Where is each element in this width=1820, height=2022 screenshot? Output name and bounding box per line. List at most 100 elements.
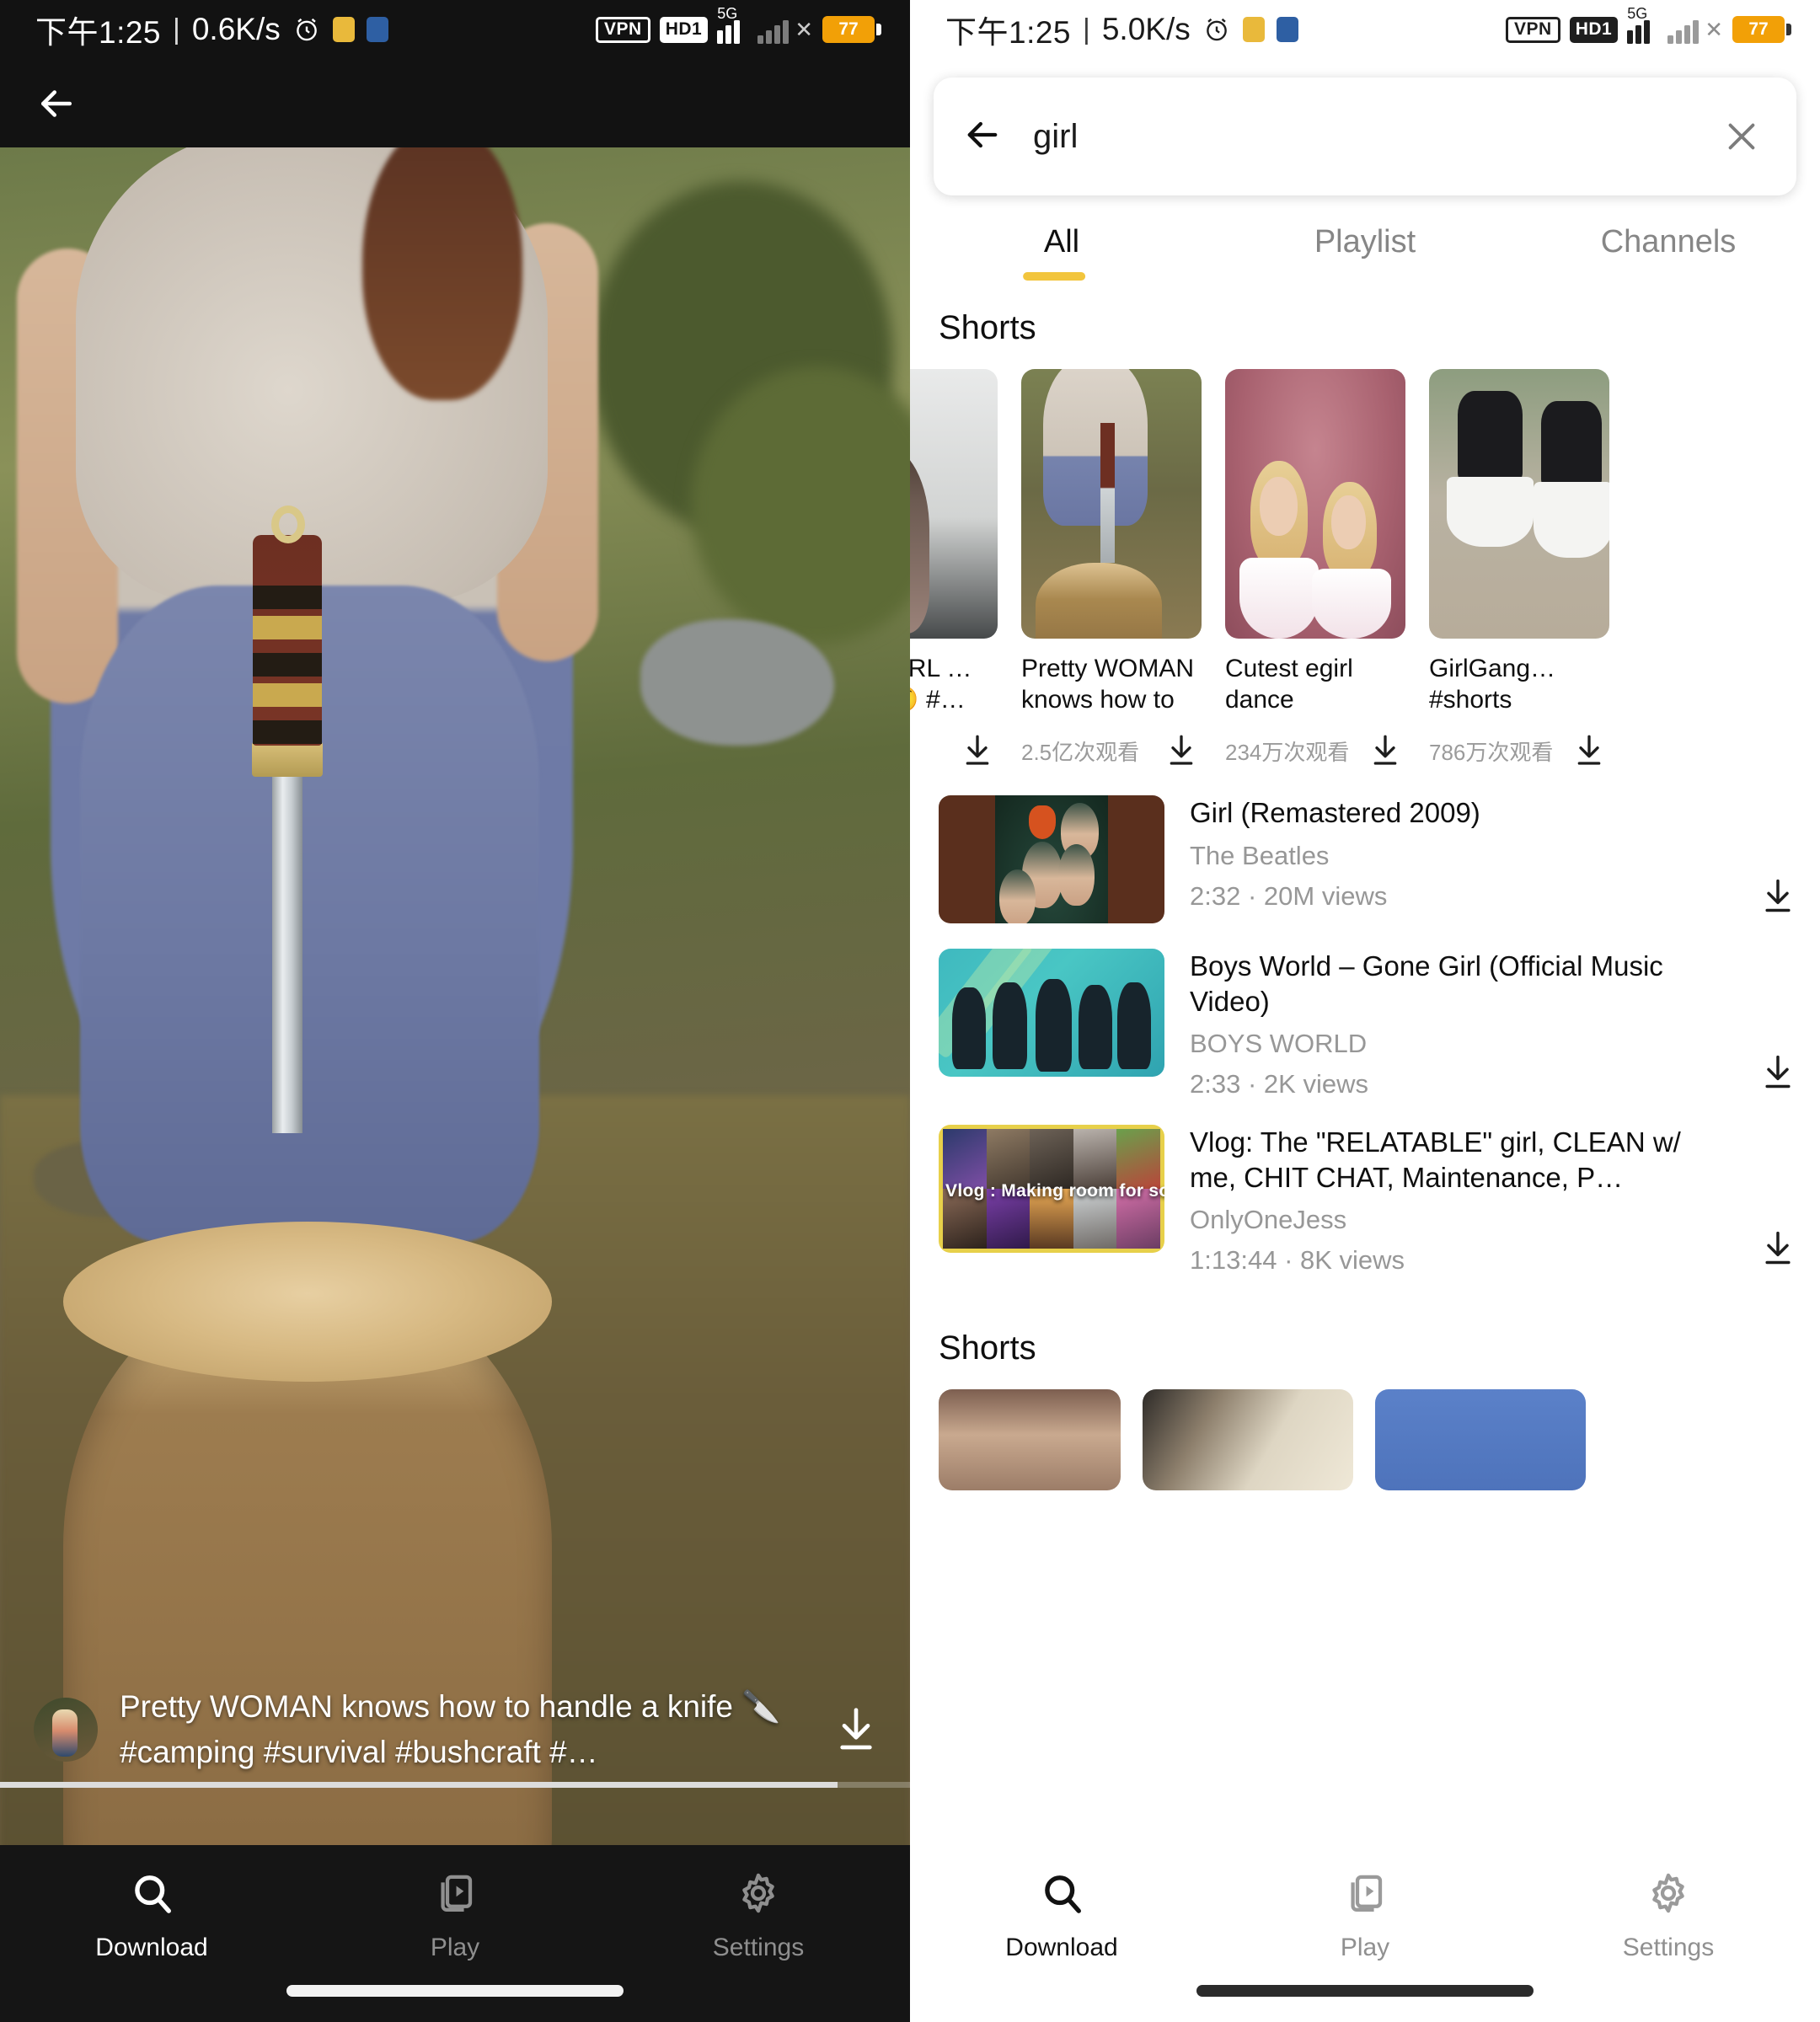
- nav-label-settings: Settings: [712, 1933, 805, 1961]
- signal-strength-icon: 5G: [1627, 5, 1658, 44]
- play-library-icon: [432, 1870, 478, 1920]
- shorts-title: Cutest egirl dance: [1225, 655, 1353, 714]
- search-bar[interactable]: girl: [934, 78, 1796, 195]
- shorts-thumbnail[interactable]: [1225, 369, 1405, 639]
- play-library-icon: [1342, 1870, 1388, 1920]
- app-badge-icon: [1242, 17, 1265, 42]
- shorts-card[interactable]: …ST GIRL …ORLD😲 #… …看: [910, 369, 998, 770]
- download-arrow-icon[interactable]: [1759, 1227, 1796, 1270]
- thumbnail-caption-text: Vlog : Making room for something new: [945, 1181, 1164, 1201]
- video-caption-text: Pretty WOMAN knows how to handle a knife…: [120, 1688, 781, 1770]
- video-result-row[interactable]: Girl (Remastered 2009) The Beatles 2:32 …: [939, 795, 1796, 923]
- shorts-title: Pretty WOMAN knows how to handl…: [1021, 655, 1195, 718]
- shorts-card[interactable]: Pretty WOMAN knows how to handl… 2.5亿次观看: [1021, 369, 1202, 770]
- video-result-row[interactable]: Boys World – Gone Girl (Official Music V…: [939, 949, 1796, 1099]
- left-panel-video-player: 下午1:25 | 0.6K/s VPN HD1 5G ✕ 77 Pretty W…: [0, 0, 910, 2022]
- download-arrow-icon[interactable]: [1164, 731, 1198, 770]
- shorts-section-title: Shorts: [939, 309, 1036, 346]
- video-duration: 2:33: [1190, 1069, 1241, 1099]
- search-icon: [1039, 1870, 1084, 1920]
- video-stats: 2:32 · 20M views: [1190, 881, 1734, 912]
- shorts-thumbnail[interactable]: [1143, 1389, 1353, 1491]
- close-x-icon[interactable]: [1722, 117, 1761, 156]
- tab-active-indicator: [1023, 272, 1086, 281]
- dual-screenshot-composite: 下午1:25 | 0.6K/s VPN HD1 5G ✕ 77 Pretty W…: [0, 0, 1820, 2022]
- signal-strength-icon: 5G: [717, 5, 748, 44]
- video-info: Girl (Remastered 2009) The Beatles 2:32 …: [1190, 795, 1734, 912]
- bottom-nav-left: Download Play Settings: [0, 1845, 910, 2022]
- nav-item-settings[interactable]: Settings: [607, 1845, 910, 1971]
- video-thumbnail[interactable]: Vlog : Making room for something new: [939, 1125, 1164, 1254]
- video-progress-bar[interactable]: [0, 1782, 910, 1788]
- shorts-view-count: 786万次观看: [1429, 739, 1554, 765]
- search-input[interactable]: girl: [1033, 118, 1694, 156]
- video-views: 20M views: [1263, 880, 1388, 911]
- shorts-rail-bottom[interactable]: [910, 1389, 1820, 1491]
- arrow-left-icon[interactable]: [34, 81, 79, 126]
- shorts-title: …ST GIRL …ORLD😲 #…: [910, 655, 972, 714]
- shorts-card[interactable]: GirlGang… #shorts 786万次观看: [1429, 369, 1609, 770]
- video-frame-artwork: [0, 147, 910, 1854]
- nav-item-download[interactable]: Download: [0, 1845, 303, 1971]
- shorts-thumbnail[interactable]: [939, 1389, 1121, 1491]
- right-panel-search-results: 下午1:25 | 5.0K/s VPN HD1 5G ✕ 77 girl All…: [910, 0, 1820, 2022]
- vpn-icon: VPN: [596, 16, 650, 43]
- nav-label-settings: Settings: [1622, 1933, 1715, 1961]
- hd-icon: HD1: [1569, 16, 1619, 43]
- video-caption-overlay: Pretty WOMAN knows how to handle a knife…: [0, 1684, 910, 1777]
- status-separator: |: [173, 13, 180, 45]
- video-channel[interactable]: OnlyOneJess: [1190, 1205, 1734, 1235]
- shorts-card[interactable]: Cutest egirl dance 234万次观看: [1225, 369, 1405, 770]
- video-channel[interactable]: BOYS WORLD: [1190, 1029, 1734, 1059]
- home-indicator: [286, 1985, 624, 1997]
- download-arrow-icon[interactable]: [1368, 731, 1402, 770]
- tab-channels[interactable]: Channels: [1517, 224, 1820, 289]
- shorts-thumbnail[interactable]: [910, 369, 998, 639]
- shorts-thumbnail[interactable]: [1429, 369, 1609, 639]
- channel-avatar[interactable]: [34, 1698, 98, 1763]
- search-icon: [129, 1870, 174, 1920]
- app-badge-icon: [366, 17, 388, 42]
- status-bar-right: 下午1:25 | 5.0K/s VPN HD1 5G ✕ 77: [910, 0, 1820, 59]
- nav-item-play[interactable]: Play: [303, 1845, 607, 1971]
- nav-label-play: Play: [430, 1933, 480, 1961]
- video-thumbnail[interactable]: [939, 949, 1164, 1077]
- nav-label-play: Play: [1340, 1933, 1390, 1961]
- battery-icon: 77: [822, 16, 881, 43]
- app-badge-icon: [1276, 17, 1298, 42]
- stats-separator: ·: [1247, 880, 1257, 911]
- gear-icon: [1646, 1870, 1691, 1920]
- download-arrow-icon[interactable]: [1572, 731, 1606, 770]
- shorts-rail[interactable]: …ST GIRL …ORLD😲 #… …看 Pretty WOMAN knows…: [910, 369, 1820, 770]
- battery-icon: 77: [1732, 16, 1791, 43]
- bottom-nav-right: Download Play Settings: [910, 1845, 1820, 2022]
- nav-item-settings[interactable]: Settings: [1517, 1845, 1820, 1971]
- video-channel[interactable]: The Beatles: [1190, 841, 1734, 871]
- status-network-speed: 0.6K/s: [191, 12, 281, 46]
- video-thumbnail[interactable]: [939, 795, 1164, 923]
- player-header: [0, 59, 910, 147]
- download-arrow-icon[interactable]: [961, 731, 994, 770]
- download-arrow-icon[interactable]: [832, 1704, 880, 1756]
- tab-all-label: All: [1043, 224, 1080, 259]
- tab-playlist[interactable]: Playlist: [1213, 224, 1517, 289]
- shorts-thumbnail[interactable]: [1375, 1389, 1586, 1491]
- nav-item-download[interactable]: Download: [910, 1845, 1213, 1971]
- status-bar-left: 下午1:25 | 0.6K/s VPN HD1 5G ✕ 77: [0, 0, 910, 59]
- signal-strength-secondary-icon: [757, 15, 790, 44]
- no-sim-icon: ✕: [1705, 16, 1723, 42]
- arrow-left-icon[interactable]: [961, 113, 1004, 161]
- video-title: Girl (Remastered 2009): [1190, 797, 1480, 828]
- video-stage[interactable]: Pretty WOMAN knows how to handle a knife…: [0, 147, 910, 1854]
- tab-all[interactable]: All: [910, 224, 1213, 289]
- download-arrow-icon[interactable]: [1759, 1051, 1796, 1094]
- video-title: Boys World – Gone Girl (Official Music V…: [1190, 950, 1663, 1017]
- shorts-thumbnail[interactable]: [1021, 369, 1202, 639]
- video-stats: 1:13:44 · 8K views: [1190, 1245, 1734, 1276]
- video-result-row[interactable]: Vlog : Making room for something new Vlo…: [939, 1125, 1796, 1276]
- status-bar-left-group: 下午1:25 | 5.0K/s: [945, 7, 1298, 52]
- status-separator: |: [1083, 13, 1090, 45]
- status-network-speed: 5.0K/s: [1101, 12, 1191, 46]
- download-arrow-icon[interactable]: [1759, 875, 1796, 918]
- nav-item-play[interactable]: Play: [1213, 1845, 1517, 1971]
